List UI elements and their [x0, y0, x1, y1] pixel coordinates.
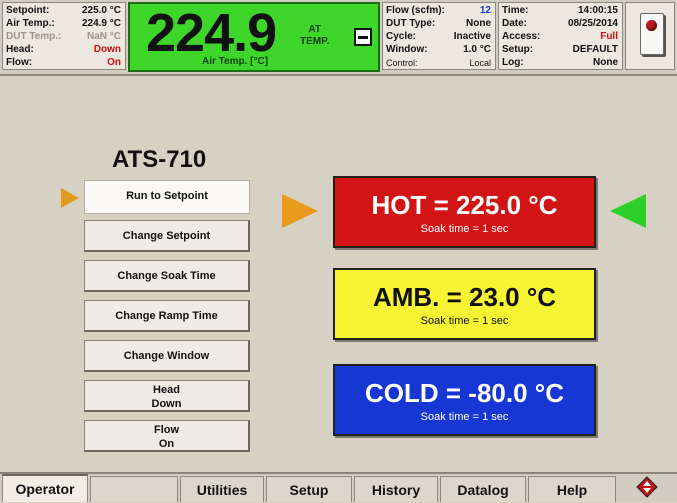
status-value: 1.0 °C [463, 44, 491, 55]
status-value: None [466, 18, 491, 29]
at-temp-line2: TEMP. [300, 36, 330, 47]
status-value: 225.0 °C [81, 5, 121, 16]
flow-toggle-button[interactable]: Flow On [84, 420, 250, 452]
change-setpoint-button[interactable]: Change Setpoint [84, 220, 250, 252]
status-label: Window: [386, 44, 428, 55]
change-window-button[interactable]: Change Window [84, 340, 250, 372]
tab-setup[interactable]: Setup [266, 476, 352, 502]
status-label: Cycle: [386, 31, 417, 42]
at-temp-indicator: AT TEMP. [300, 24, 329, 48]
status-value: Down [93, 44, 121, 55]
status-panel-right: Time: 14:00:15 Date: 08/25/2014 Access: … [498, 2, 623, 70]
tab-utilities[interactable]: Utilities [180, 476, 264, 502]
status-label: Date: [502, 18, 528, 29]
status-label: Air Temp.: [6, 18, 55, 29]
status-value: DEFAULT [572, 44, 618, 55]
cold-setpoint-value: COLD = -80.0 °C [365, 378, 564, 408]
ambient-setpoint-button[interactable]: AMB. = 23.0 °C Soak time = 1 sec [333, 268, 596, 340]
cold-soak-time: Soak time = 1 sec [420, 411, 509, 423]
air-temp-readout: 224.9 [146, 3, 277, 63]
run-to-setpoint-button[interactable]: Run to Setpoint [84, 180, 250, 214]
minimize-icon[interactable] [354, 28, 372, 46]
reached-setpoint-arrow-icon [610, 194, 646, 228]
active-setpoint-arrow-icon [282, 194, 318, 228]
tab-help[interactable]: Help [528, 476, 616, 502]
flow-state: On [158, 438, 175, 450]
status-label: Flow (scfm): [386, 5, 445, 16]
change-soak-time-button[interactable]: Change Soak Time [84, 260, 250, 292]
status-value: 08/25/2014 [567, 18, 618, 29]
cold-setpoint-button[interactable]: COLD = -80.0 °C Soak time = 1 sec [333, 364, 596, 436]
estop-switch-icon[interactable] [640, 13, 664, 55]
status-value: 224.9 °C [81, 18, 121, 29]
status-label: Setup: [502, 44, 534, 55]
status-label: Head: [6, 44, 34, 55]
estop-lamp-icon [646, 20, 657, 31]
status-value: 14:00:15 [577, 5, 618, 16]
selected-arrow-icon [61, 188, 79, 208]
status-label: DUT Type: [386, 18, 436, 29]
status-panel-mid: Flow (scfm): 12 DUT Type: None Cycle: In… [382, 2, 496, 70]
status-label: DUT Temp.: [6, 31, 62, 42]
hot-soak-time: Soak time = 1 sec [420, 223, 509, 235]
tab-blank[interactable] [90, 476, 178, 502]
status-label: Setpoint: [6, 5, 50, 16]
diamond-logo-icon[interactable] [636, 476, 658, 498]
status-label: Time: [502, 5, 529, 16]
air-temp-label: Air Temp. [°C] [202, 56, 269, 67]
head-state: Down [151, 398, 182, 410]
change-ramp-time-button[interactable]: Change Ramp Time [84, 300, 250, 332]
status-label: Control: [386, 58, 418, 68]
ambient-soak-time: Soak time = 1 sec [420, 315, 509, 327]
head-toggle-button[interactable]: Head Down [84, 380, 250, 412]
model-title: ATS-710 [112, 146, 207, 173]
flow-label: Flow [153, 424, 180, 436]
head-label: Head [153, 384, 180, 396]
status-value: NaN °C [86, 31, 121, 42]
status-value: Full [600, 31, 618, 42]
at-temp-line1: AT [308, 24, 321, 35]
status-value: On [107, 57, 121, 68]
hot-setpoint-button[interactable]: HOT = 225.0 °C Soak time = 1 sec [333, 176, 596, 248]
status-panel-left: Setpoint: 225.0 °C Air Temp.: 224.9 °C D… [2, 2, 126, 70]
status-label: Log: [502, 57, 524, 68]
air-temp-display: 224.9 Air Temp. [°C] AT TEMP. [128, 2, 380, 72]
status-value: 12 [479, 5, 491, 16]
ambient-setpoint-value: AMB. = 23.0 °C [372, 282, 557, 312]
estop-panel [625, 2, 675, 70]
top-status-bar: Setpoint: 225.0 °C Air Temp.: 224.9 °C D… [0, 0, 677, 76]
status-label: Flow: [6, 57, 33, 68]
tab-operator[interactable]: Operator [2, 474, 88, 502]
status-value: Local [469, 58, 491, 68]
status-label: Access: [502, 31, 541, 42]
status-value: None [593, 57, 618, 68]
tab-datalog[interactable]: Datalog [440, 476, 526, 502]
status-value: Inactive [453, 31, 491, 42]
hot-setpoint-value: HOT = 225.0 °C [371, 190, 558, 220]
tab-history[interactable]: History [354, 476, 438, 502]
